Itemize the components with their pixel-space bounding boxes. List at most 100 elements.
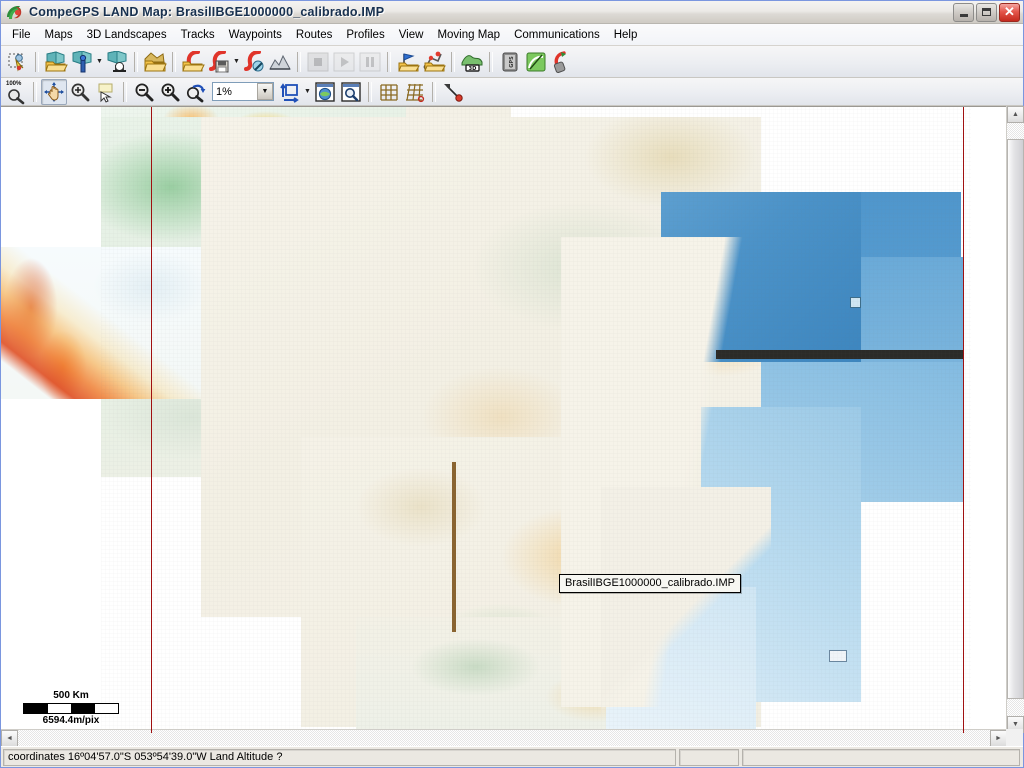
map-boundary-line-left	[151, 107, 152, 733]
map-scale-bar: 500 Km 6594.4m/pix	[23, 690, 119, 727]
grid-projection-button[interactable]	[402, 79, 428, 105]
separator-4	[432, 81, 436, 102]
horizontal-scroll-track[interactable]	[18, 730, 990, 747]
stop-square-icon	[307, 52, 329, 72]
minimize-icon	[954, 4, 973, 21]
open-map-folder-icon	[44, 50, 68, 73]
close-track-button[interactable]	[241, 49, 267, 75]
menu-communications[interactable]: Communications	[507, 26, 607, 44]
open-track-button[interactable]	[180, 49, 206, 75]
measure-distance-icon	[442, 81, 464, 103]
satellite-status-button[interactable]	[523, 49, 549, 75]
save-track-button[interactable]	[206, 49, 232, 75]
map-globe-button[interactable]	[312, 79, 338, 105]
vertical-scroll-thumb[interactable]	[1007, 139, 1024, 699]
compegps-logo-icon	[4, 3, 24, 22]
close-button[interactable]: ✕	[999, 2, 1020, 22]
zoom-100-button[interactable]: 100%	[3, 79, 29, 105]
route-folder-icon	[422, 51, 446, 73]
map-corner-marker	[850, 297, 861, 308]
map-magnify-button[interactable]	[338, 79, 364, 105]
profile-graph-icon	[268, 51, 292, 73]
menu-routes[interactable]: Routes	[289, 26, 339, 44]
scroll-left-button[interactable]: ◄	[1, 730, 18, 747]
menu-tracks[interactable]: Tracks	[174, 26, 222, 44]
open-waypoints-button[interactable]	[395, 49, 421, 75]
grid-button[interactable]	[376, 79, 402, 105]
menu-profiles[interactable]: Profiles	[339, 26, 391, 44]
gps-device-icon: GPS	[499, 51, 521, 73]
close-map-button[interactable]	[104, 49, 130, 75]
play-triangle-icon	[333, 52, 355, 72]
chevron-right-icon: ►	[995, 735, 1002, 742]
menu-waypoints[interactable]: Waypoints	[222, 26, 289, 44]
minimize-button[interactable]	[953, 2, 974, 22]
pause-button[interactable]	[357, 49, 383, 75]
zoom-refresh-button[interactable]	[183, 79, 209, 105]
close-icon: ✕	[1004, 4, 1015, 19]
arrow-pointer-icon	[95, 81, 117, 103]
pan-hand-button[interactable]	[41, 78, 67, 105]
map-canvas[interactable]: BrasilIBGE1000000_calibrado.IMP 500 Km 6…	[1, 107, 1007, 733]
zoom-in-button[interactable]	[157, 79, 183, 105]
gps-device-button[interactable]: GPS	[497, 49, 523, 75]
satellite-dish-icon	[525, 51, 547, 73]
waypoint-flag-folder-icon	[396, 51, 420, 73]
separator-6	[451, 51, 455, 72]
menu-help[interactable]: Help	[607, 26, 645, 44]
menu-3d-landscapes[interactable]: 3D Landscapes	[80, 26, 174, 44]
zoom-100-badge: 100%	[6, 80, 22, 87]
separator-2	[134, 51, 138, 72]
grid-projection-icon	[404, 81, 426, 103]
vertical-scrollbar[interactable]: ▲ ▼	[1006, 106, 1024, 733]
title-bar: CompeGPS LAND Map: BrasilIBGE1000000_cal…	[1, 1, 1023, 24]
scale-distance-label: 500 Km	[53, 690, 89, 701]
stop-button[interactable]	[305, 49, 331, 75]
zoom-out-icon	[133, 81, 155, 103]
open-routes-button[interactable]	[421, 49, 447, 75]
play-button[interactable]	[331, 49, 357, 75]
select-pointer-button[interactable]	[93, 79, 119, 105]
open-map-by-point-button[interactable]	[69, 49, 95, 75]
select-pointer-icon	[7, 51, 29, 73]
status-coordinates-pane: coordinates 16º04'57.0"S 053º54'39.0"W L…	[3, 748, 676, 766]
open-map-dropdown[interactable]: ▼	[95, 49, 104, 75]
zoom-level-value: 1%	[216, 85, 232, 98]
zoom-window-button[interactable]	[67, 79, 93, 105]
map-view[interactable]: BrasilIBGE1000000_calibrado.IMP 500 Km 6…	[1, 106, 1007, 733]
moving-map-gps-icon	[551, 50, 573, 73]
menu-maps[interactable]: Maps	[38, 26, 80, 44]
select-objects-button[interactable]	[5, 49, 31, 75]
separator-4	[297, 51, 301, 72]
zoom-out-button[interactable]	[131, 79, 157, 105]
pan-hand-icon	[43, 81, 65, 103]
fit-window-dropdown[interactable]: ▼	[303, 79, 312, 105]
zoom-level-combo[interactable]: 1% ▼	[212, 82, 274, 101]
window-title: CompeGPS LAND Map: BrasilIBGE1000000_cal…	[29, 5, 385, 19]
main-toolbar: ▼ ▼ 3D GPS	[1, 46, 1023, 78]
scroll-right-button[interactable]: ►	[990, 730, 1007, 747]
window-controls: ✕	[953, 1, 1023, 23]
save-track-dropdown[interactable]: ▼	[232, 49, 241, 75]
separator-1	[33, 81, 37, 102]
maximize-button[interactable]	[976, 2, 997, 22]
measure-distance-button[interactable]	[440, 79, 466, 105]
view-toolbar: 100% 1% ▼ ▼	[1, 78, 1023, 106]
map-corner-marker	[829, 650, 847, 662]
view-3d-button[interactable]: 3D	[459, 49, 485, 75]
open-map-button[interactable]	[43, 49, 69, 75]
fit-window-button[interactable]	[277, 79, 303, 105]
scroll-up-button[interactable]: ▲	[1007, 106, 1024, 123]
fit-to-window-icon	[279, 81, 301, 103]
grid-icon	[378, 81, 400, 103]
menu-file[interactable]: File	[5, 26, 38, 44]
zoom-refresh-icon	[185, 81, 207, 103]
track-profile-button[interactable]	[267, 49, 293, 75]
chevron-down-icon[interactable]: ▼	[257, 83, 273, 100]
moving-map-button[interactable]	[549, 49, 575, 75]
menu-moving-map[interactable]: Moving Map	[430, 26, 507, 44]
restore-icon	[977, 4, 996, 21]
menu-view[interactable]: View	[392, 26, 431, 44]
open-3d-landscape-button[interactable]	[142, 49, 168, 75]
separator-3	[172, 51, 176, 72]
